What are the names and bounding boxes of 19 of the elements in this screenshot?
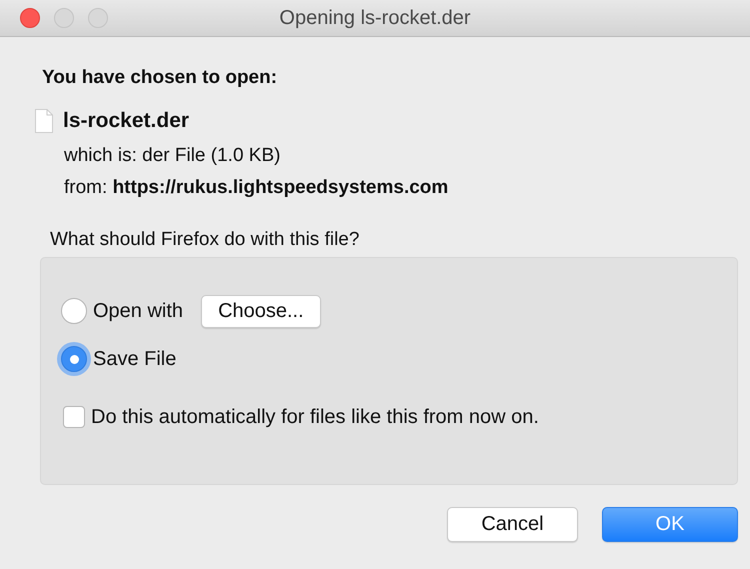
minimize-button[interactable] (54, 8, 74, 28)
source-url: https://rukus.lightspeedsystems.com (112, 177, 448, 198)
source-label: from: (64, 177, 108, 198)
file-name: ls-rocket.der (63, 109, 190, 133)
question-text: What should Firefox do with this file? (50, 229, 360, 251)
choose-button[interactable]: Choose... (201, 294, 321, 328)
type-label: which is: (64, 145, 137, 166)
zoom-button[interactable] (88, 8, 108, 28)
heading: You have chosen to open: (42, 67, 278, 89)
window-title: Opening ls-rocket.der (279, 6, 471, 30)
document-icon (35, 109, 53, 133)
close-button[interactable] (20, 8, 40, 28)
radio-button[interactable] (61, 298, 87, 324)
file-type: der File (1.0 KB) (142, 145, 280, 166)
checkbox[interactable] (63, 406, 85, 428)
option-label: Save File (93, 348, 176, 370)
option-label: Do this automatically for files like this from now on. (91, 406, 539, 428)
option-label: Open with (93, 300, 184, 322)
cancel-button[interactable]: Cancel (447, 507, 578, 542)
